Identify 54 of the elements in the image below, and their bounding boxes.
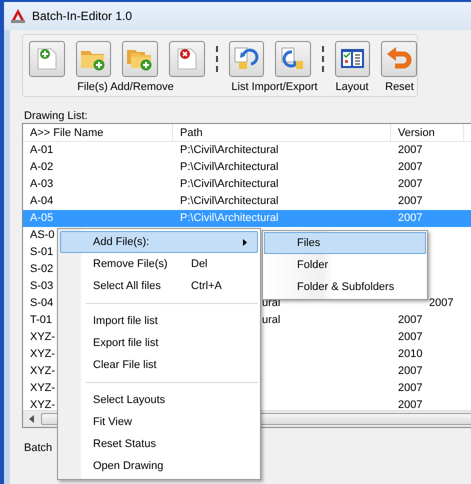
table-cell: P:\Civil\Architectural: [180, 195, 278, 207]
table-cell: S-01: [30, 246, 54, 258]
table-cell: 2007: [398, 399, 422, 411]
table-cell: XYZ-: [30, 365, 56, 377]
menu-label: Export file list: [93, 336, 160, 351]
table-cell: 2007: [398, 161, 422, 173]
table-cell: 2007: [429, 297, 454, 309]
table-cell: A-04: [30, 195, 54, 207]
table-cell: S-03: [30, 280, 54, 292]
menu-label: Clear File list: [93, 358, 158, 373]
table-cell: A-01: [30, 144, 54, 156]
group-title: Batch: [24, 441, 52, 456]
table-cell: A-03: [30, 178, 54, 190]
table-cell: S-02: [30, 263, 54, 275]
table-cell: 2007: [398, 382, 422, 394]
menu-label: Reset Status: [93, 436, 157, 452]
table-cell: A-05: [30, 212, 54, 224]
table-cell: 2007: [398, 331, 422, 343]
menu-label: Import file list: [93, 314, 159, 329]
table-cell: XYZ-: [30, 348, 56, 360]
shortcut-text: Ctrl+A: [191, 278, 222, 294]
table-cell: 2007: [398, 144, 422, 156]
table-cell: P:\Civil\Architectural: [180, 144, 278, 156]
table-cell: T-01: [30, 314, 52, 326]
table-cell: A-02: [30, 161, 54, 173]
toolbar-label: Layout: [335, 80, 369, 95]
table-cell: XYZ-: [30, 382, 56, 394]
table-cell: 2007: [398, 212, 422, 224]
menu-label: Select Layouts: [93, 392, 166, 408]
table-cell: P:\Civil\Architectural: [180, 161, 278, 173]
toolbar-label: File(s) Add/Remove: [77, 80, 174, 95]
table-cell: 2007: [398, 178, 422, 190]
window-title: Batch-In-Editor 1.0: [32, 8, 132, 25]
menu-label: Fit View: [93, 414, 133, 430]
table-cell: P:\Civil\Architectural: [180, 212, 278, 224]
menu-label: Open Drawing: [93, 458, 164, 474]
table-cell: AS-0: [30, 229, 54, 241]
table-cell: 2007: [398, 365, 422, 377]
menu-label: Select All files: [93, 278, 162, 294]
table-cell: 2007: [398, 195, 422, 207]
table-cell: XYZ-: [30, 331, 56, 343]
table-cell: P:\Civil\Architectural: [180, 178, 278, 190]
table-cell: ural: [262, 297, 280, 309]
menu-label: Remove File(s): [93, 256, 169, 272]
table-cell: 2007: [398, 314, 422, 326]
table-cell: ural: [262, 314, 280, 326]
table-cell: XYZ-: [30, 399, 56, 411]
table-cell: 2010: [398, 348, 422, 360]
group-title: Drawing List:: [24, 109, 89, 123]
toolbar-label: List Import/Export: [231, 80, 318, 95]
shortcut-text: Del: [191, 256, 208, 272]
table-cell: S-04: [30, 297, 54, 309]
toolbar-label: Reset: [385, 80, 414, 95]
menu-label: Add File(s):: [93, 234, 150, 250]
